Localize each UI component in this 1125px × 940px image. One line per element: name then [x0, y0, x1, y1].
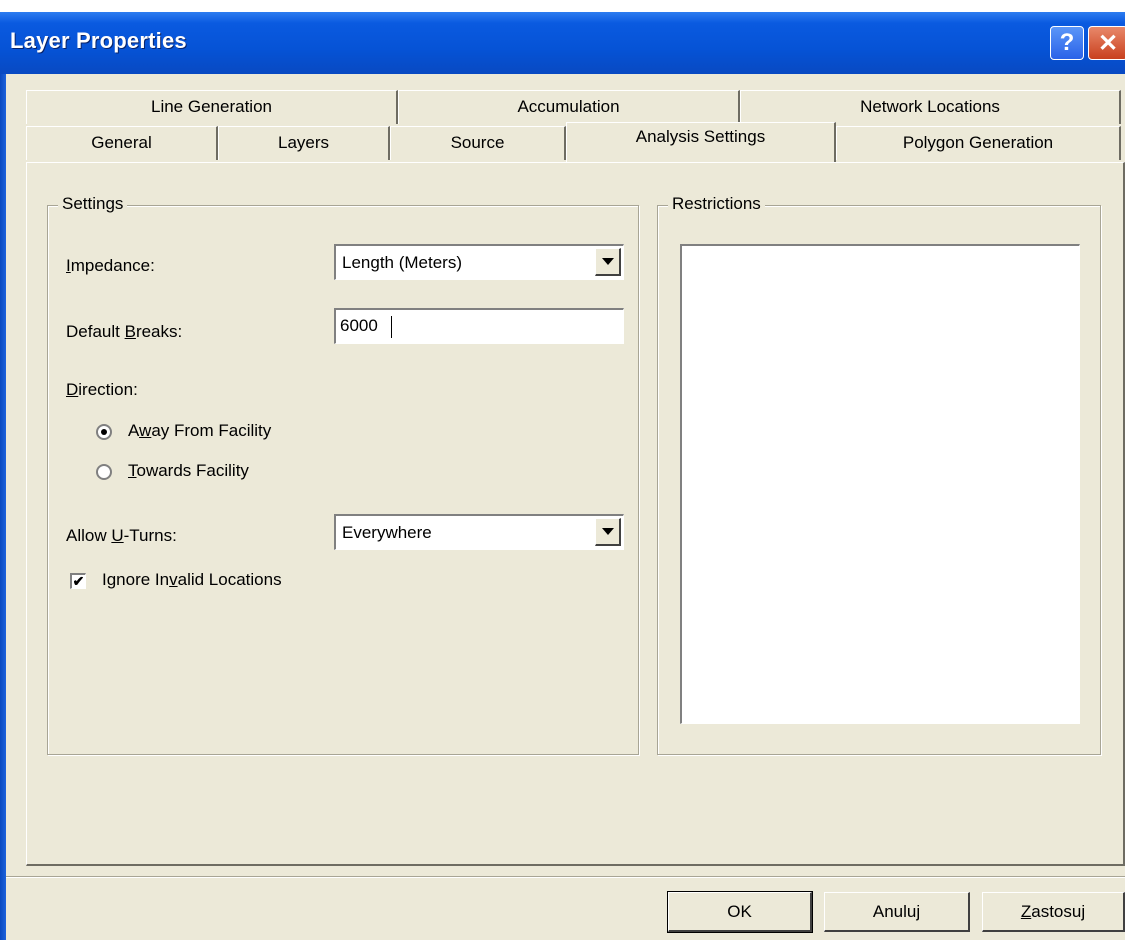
- close-icon: ✕: [1097, 29, 1119, 57]
- allow-uturns-dropdown[interactable]: Everywhere: [334, 514, 624, 550]
- radio-selected-dot: [101, 429, 107, 435]
- chevron-down-icon: [601, 528, 614, 535]
- apply-label: Zastosuj: [1020, 901, 1086, 921]
- help-icon: ?: [1059, 29, 1075, 56]
- tab-accumulation[interactable]: Accumulation: [398, 90, 740, 124]
- impedance-label: Impedance:: [66, 256, 155, 275]
- help-button[interactable]: ?: [1050, 26, 1084, 60]
- impedance-value: Length (Meters): [342, 253, 462, 272]
- tab-label: Line Generation: [151, 97, 272, 116]
- restrictions-list[interactable]: [680, 244, 1080, 724]
- restrictions-group: Restrictions: [657, 194, 1101, 755]
- tab-line-generation[interactable]: Line Generation: [26, 90, 398, 124]
- away-from-facility-label[interactable]: Away From Facility: [128, 421, 271, 441]
- layer-properties-dialog: Layer Properties ? ✕ Line Generation Acc…: [0, 12, 1125, 940]
- settings-group: Settings Impedance: Length (Meters) Defa…: [47, 194, 639, 755]
- default-breaks-input[interactable]: 6000: [334, 308, 624, 344]
- tab-analysis-settings[interactable]: Analysis Settings: [566, 122, 836, 162]
- towards-facility-radio[interactable]: [96, 464, 112, 480]
- dropdown-arrow-button[interactable]: [595, 248, 621, 276]
- close-button[interactable]: ✕: [1088, 26, 1125, 60]
- tab-label: Analysis Settings: [635, 127, 766, 146]
- tab-source[interactable]: Source: [390, 126, 566, 160]
- allow-uturns-value: Everywhere: [342, 523, 432, 542]
- ok-label: OK: [727, 901, 752, 921]
- title-bar[interactable]: Layer Properties ? ✕: [0, 12, 1125, 74]
- tab-label: General: [91, 133, 152, 152]
- towards-facility-label[interactable]: Towards Facility: [128, 461, 249, 481]
- allow-uturns-label: Allow U-Turns:: [66, 526, 177, 545]
- default-breaks-value: 6000: [340, 316, 378, 335]
- tab-label: Source: [450, 133, 505, 152]
- tab-label: Polygon Generation: [902, 133, 1054, 152]
- dialog-client-area: Line Generation Accumulation Network Loc…: [6, 74, 1125, 940]
- check-icon: ✔: [72, 573, 85, 589]
- tab-layers[interactable]: Layers: [218, 126, 390, 160]
- cancel-button[interactable]: Anuluj: [824, 892, 970, 932]
- ignore-invalid-locations-checkbox[interactable]: ✔: [70, 573, 86, 589]
- apply-button[interactable]: Zastosuj: [982, 892, 1125, 932]
- direction-label: Direction:: [66, 380, 138, 399]
- settings-legend: Settings: [58, 194, 128, 214]
- tab-label: Layers: [277, 133, 330, 152]
- window-title: Layer Properties: [10, 28, 187, 53]
- tab-general[interactable]: General: [26, 126, 218, 160]
- ignore-invalid-locations-label[interactable]: Ignore Invalid Locations: [102, 570, 282, 590]
- chevron-down-icon: [601, 258, 614, 265]
- background-strip: [0, 0, 1125, 12]
- tab-label: Network Locations: [860, 97, 1000, 116]
- away-from-facility-radio[interactable]: [96, 424, 112, 440]
- cancel-label: Anuluj: [872, 901, 921, 921]
- restrictions-legend: Restrictions: [668, 194, 765, 214]
- tab-network-locations[interactable]: Network Locations: [740, 90, 1121, 124]
- divider: [6, 876, 1125, 878]
- dropdown-arrow-button[interactable]: [595, 518, 621, 546]
- tab-label: Accumulation: [517, 97, 620, 116]
- default-breaks-label: Default Breaks:: [66, 322, 183, 341]
- impedance-dropdown[interactable]: Length (Meters): [334, 244, 624, 280]
- text-caret: [391, 316, 392, 338]
- ok-button[interactable]: OK: [667, 891, 813, 933]
- tab-polygon-generation[interactable]: Polygon Generation: [836, 126, 1121, 160]
- tab-panel: Settings Impedance: Length (Meters) Defa…: [26, 162, 1125, 866]
